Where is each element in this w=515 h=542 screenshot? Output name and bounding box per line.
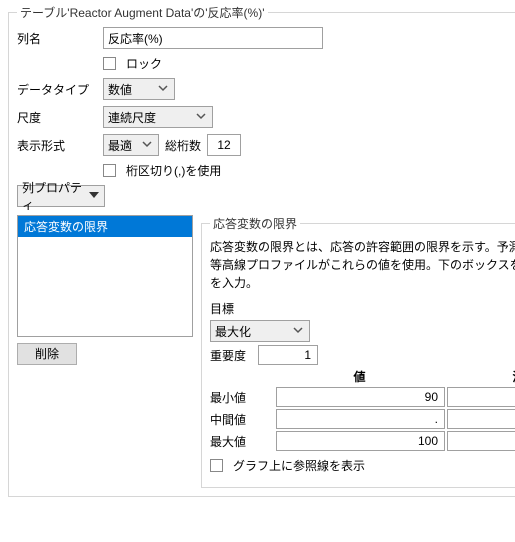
properties-left: 応答変数の限界 削除	[17, 215, 193, 488]
label-mid: 中間値	[210, 411, 274, 428]
label-target: 目標	[210, 300, 515, 317]
response-limits-group: 応答変数の限界 応答変数の限界とは、応答の許容範囲の限界を示す。予測プロファイル…	[201, 215, 515, 488]
thousands-sep-checkbox[interactable]	[103, 164, 116, 177]
response-limits-legend: 応答変数の限界	[210, 215, 300, 232]
min-sat-input[interactable]	[447, 387, 515, 407]
lock-checkbox[interactable]	[103, 57, 116, 70]
row-column-props: 列プロパティ	[17, 185, 515, 207]
mid-value-input[interactable]	[276, 409, 445, 429]
label-total-digits: 総桁数	[165, 137, 201, 154]
format-select[interactable]: 最適	[103, 134, 159, 156]
col-name-input[interactable]	[103, 27, 323, 49]
row-format: 表示形式 最適 総桁数	[17, 134, 515, 156]
response-limits-description: 応答変数の限界とは、応答の許容範囲の限界を示す。予測プロファイルと等高線プロファ…	[210, 238, 515, 292]
chevron-down-icon	[88, 189, 100, 203]
list-item-label: 応答変数の限界	[24, 220, 108, 234]
delete-button[interactable]: 削除	[17, 343, 77, 365]
label-datatype: データタイプ	[17, 81, 97, 98]
label-format: 表示形式	[17, 137, 97, 154]
min-row: 最小値	[210, 387, 515, 407]
label-max: 最大値	[210, 433, 274, 450]
min-value-input[interactable]	[276, 387, 445, 407]
datatype-select[interactable]: 数値	[103, 78, 175, 100]
list-item[interactable]: 応答変数の限界	[18, 216, 192, 237]
lower-split: 応答変数の限界 削除 応答変数の限界 応答変数の限界とは、応答の許容範囲の限界を…	[17, 215, 515, 488]
header-value: 値	[274, 368, 445, 385]
max-value-input[interactable]	[276, 431, 445, 451]
header-satisfaction: 満足度	[445, 368, 515, 385]
label-thousands-sep: 桁区切り(,)を使用	[126, 162, 221, 179]
show-reflines-checkbox[interactable]	[210, 459, 223, 472]
format-value: 最適	[108, 137, 132, 154]
chevron-down-icon	[291, 324, 305, 338]
target-value: 最大化	[215, 323, 251, 340]
scale-select[interactable]: 連続尺度	[103, 106, 213, 128]
scale-value: 連続尺度	[108, 109, 156, 126]
properties-listbox[interactable]: 応答変数の限界	[17, 215, 193, 337]
group-legend: テーブル'Reactor Augment Data'の'反応率(%)'	[17, 4, 268, 21]
chevron-down-icon	[156, 82, 170, 96]
total-digits-input[interactable]	[207, 134, 241, 156]
label-lock: ロック	[126, 55, 162, 72]
max-sat-input[interactable]	[447, 431, 515, 451]
label-show-reflines: グラフ上に参照線を表示	[233, 457, 365, 474]
column-info-group: テーブル'Reactor Augment Data'の'反応率(%)' 列名 ロ…	[8, 4, 515, 497]
importance-input[interactable]	[258, 345, 318, 365]
label-col-name: 列名	[17, 30, 97, 47]
properties-right: 応答変数の限界 応答変数の限界とは、応答の許容範囲の限界を示す。予測プロファイル…	[201, 215, 515, 488]
target-select[interactable]: 最大化	[210, 320, 310, 342]
row-sep: 桁区切り(,)を使用	[17, 162, 515, 179]
row-datatype: データタイプ 数値	[17, 78, 515, 100]
row-scale: 尺度 連続尺度	[17, 106, 515, 128]
label-scale: 尺度	[17, 109, 97, 126]
column-properties-select[interactable]: 列プロパティ	[17, 185, 105, 207]
label-min: 最小値	[210, 389, 274, 406]
mid-row: 中間値	[210, 409, 515, 429]
column-properties-label: 列プロパティ	[22, 179, 84, 213]
row-lock: ロック	[17, 55, 515, 72]
max-row: 最大値	[210, 431, 515, 451]
datatype-value: 数値	[108, 81, 132, 98]
chevron-down-icon	[194, 110, 208, 124]
mid-sat-input[interactable]	[447, 409, 515, 429]
row-col-name: 列名	[17, 27, 515, 49]
chevron-down-icon	[140, 138, 154, 152]
label-importance: 重要度	[210, 347, 252, 364]
limits-value-table: 値 満足度 最小値 中間値	[210, 368, 515, 451]
